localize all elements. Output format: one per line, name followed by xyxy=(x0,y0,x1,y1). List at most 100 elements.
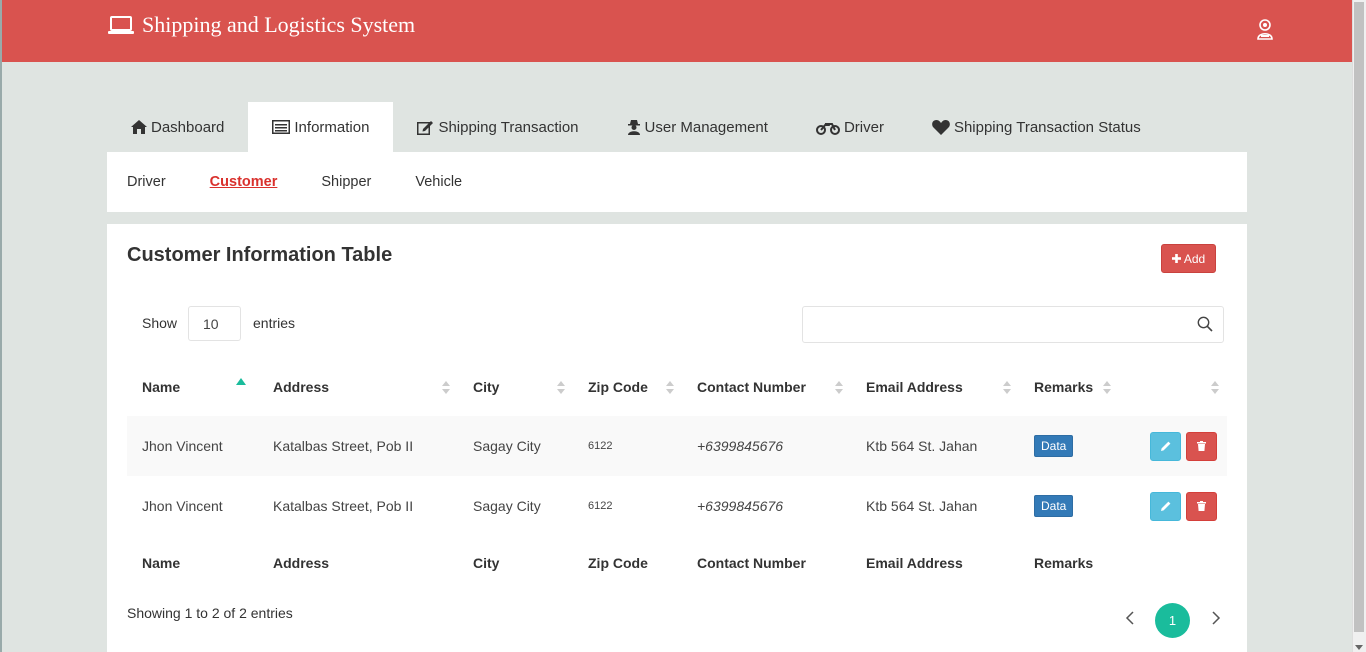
cell-contact-number: +6399845676 xyxy=(697,498,784,514)
card-title: Customer Information Table xyxy=(127,244,393,266)
table-info: Showing 1 to 2 of 2 entries xyxy=(127,605,293,621)
edit-button[interactable] xyxy=(1150,491,1181,521)
footer-contact-number: Contact Number xyxy=(697,555,806,571)
entries-label: entries xyxy=(253,315,296,331)
table-row: Jhon Vincent Katalbas Street, Pob II Sag… xyxy=(127,476,1227,536)
chevron-left-icon xyxy=(1125,611,1134,630)
cell-remarks: Data xyxy=(1019,476,1119,536)
edit-button[interactable] xyxy=(1150,431,1181,461)
brand[interactable]: Shipping and Logistics System xyxy=(108,12,415,38)
footer-address: Address xyxy=(273,555,330,571)
sort-icon xyxy=(1003,381,1011,395)
show-label: Show xyxy=(142,315,178,331)
subnav-customer[interactable]: Customer xyxy=(210,174,278,190)
delete-button[interactable] xyxy=(1186,491,1217,521)
cell-name: Jhon Vincent xyxy=(142,498,223,514)
scrollbar-thumb[interactable] xyxy=(1354,2,1364,632)
tab-label: Driver xyxy=(843,118,884,136)
table-header-row: Name Address City Zip Code Contact Numbe… xyxy=(127,358,1227,416)
next-page-button[interactable] xyxy=(1204,609,1228,633)
heart-icon xyxy=(932,119,950,135)
cell-city: Sagay City xyxy=(473,498,541,514)
previous-page-button[interactable] xyxy=(1117,609,1141,633)
column-header-city[interactable]: City xyxy=(458,358,573,416)
cell-actions xyxy=(1119,476,1227,536)
cell-email-address: Ktb 564 St. Jahan xyxy=(851,416,1019,476)
motorcycle-icon xyxy=(815,120,840,135)
cell-actions xyxy=(1119,416,1227,476)
subnav-shipper[interactable]: Shipper xyxy=(321,174,371,190)
subnav-vehicle[interactable]: Vehicle xyxy=(415,174,462,190)
sort-icon xyxy=(557,381,565,395)
cell-remarks: Data xyxy=(1019,416,1119,476)
column-header-email-address[interactable]: Email Address xyxy=(851,358,1019,416)
tab-information[interactable]: Information xyxy=(248,102,394,152)
remarks-badge[interactable]: Data xyxy=(1034,435,1074,457)
cell-zip-code: 6122 xyxy=(573,416,682,476)
sort-icon xyxy=(442,381,450,395)
tab-label: Shipping Transaction Status xyxy=(953,118,1141,136)
tab-dashboard[interactable]: Dashboard xyxy=(107,102,248,152)
scroll-down-arrow[interactable] xyxy=(1355,645,1363,650)
list-icon xyxy=(272,120,291,134)
table-footer-row: Name Address City Zip Code Contact Numbe… xyxy=(127,536,1227,590)
remarks-badge[interactable]: Data xyxy=(1034,495,1074,517)
user-secret-icon xyxy=(627,119,641,135)
chevron-right-icon xyxy=(1211,611,1221,630)
column-header-zip-code[interactable]: Zip Code xyxy=(573,358,682,416)
sort-icon xyxy=(1103,381,1111,395)
cell-zip-code: 6122 xyxy=(588,500,613,512)
footer-remarks: Remarks xyxy=(1034,555,1094,571)
footer-email-address: Email Address xyxy=(866,555,963,571)
main-tabs: Dashboard Information Shipping Transacti… xyxy=(107,102,1165,152)
pencil-icon xyxy=(1160,438,1171,454)
column-header-remarks[interactable]: Remarks xyxy=(1019,358,1119,416)
tab-user-management[interactable]: User Management xyxy=(603,102,792,152)
entries-per-page-select[interactable]: 10 xyxy=(188,306,241,341)
column-header-contact-number[interactable]: Contact Number xyxy=(682,358,851,416)
delete-button[interactable] xyxy=(1186,431,1217,461)
sort-icon xyxy=(835,381,843,395)
trash-icon xyxy=(1197,438,1206,454)
column-header-name[interactable]: Name xyxy=(127,358,258,416)
tab-label: Information xyxy=(294,118,370,136)
window-edge xyxy=(0,0,2,652)
page-button-current[interactable]: 1 xyxy=(1155,603,1190,638)
footer-zip-code: Zip Code xyxy=(588,555,648,571)
customer-table: Name Address City Zip Code Contact Numbe… xyxy=(127,358,1227,590)
trash-icon xyxy=(1197,498,1206,514)
top-navbar: Shipping and Logistics System xyxy=(2,0,1352,62)
customer-table-card: Customer Information Table Add Show 10 e… xyxy=(107,224,1247,652)
tab-label: Shipping Transaction xyxy=(438,118,579,136)
vertical-scrollbar[interactable] xyxy=(1352,0,1366,652)
sort-icon xyxy=(1211,381,1219,395)
sub-navigation: Driver Customer Shipper Vehicle xyxy=(107,152,1247,212)
tab-label: User Management xyxy=(644,118,768,136)
cell-address: Katalbas Street, Pob II xyxy=(273,498,414,514)
app-title: Shipping and Logistics System xyxy=(142,12,416,37)
tab-shipping-transaction[interactable]: Shipping Transaction xyxy=(393,102,602,152)
search-input[interactable] xyxy=(802,306,1224,343)
table-row: Jhon Vincent Katalbas Street, Pob II Sag… xyxy=(127,416,1227,476)
tab-driver[interactable]: Driver xyxy=(792,102,908,152)
sort-icon xyxy=(666,381,674,395)
tab-shipping-transaction-status[interactable]: Shipping Transaction Status xyxy=(908,102,1165,152)
cell-city: Sagay City xyxy=(458,416,573,476)
edit-icon xyxy=(417,120,434,135)
add-button[interactable]: Add xyxy=(1161,244,1216,273)
user-account-icon[interactable] xyxy=(1256,18,1274,45)
cell-name: Jhon Vincent xyxy=(127,416,258,476)
laptop-icon xyxy=(108,15,134,35)
column-header-address[interactable]: Address xyxy=(258,358,458,416)
sort-ascending-icon xyxy=(236,376,246,390)
subnav-driver[interactable]: Driver xyxy=(127,174,166,190)
add-button-label: Add xyxy=(1183,251,1206,266)
footer-name: Name xyxy=(142,555,181,571)
plus-icon xyxy=(1171,252,1181,266)
column-header-actions[interactable] xyxy=(1119,358,1227,416)
footer-actions xyxy=(1119,536,1227,590)
footer-city: City xyxy=(473,555,500,571)
cell-email-address: Ktb 564 St. Jahan xyxy=(866,498,978,514)
pencil-icon xyxy=(1160,498,1171,514)
cell-contact-number: +6399845676 xyxy=(682,416,851,476)
